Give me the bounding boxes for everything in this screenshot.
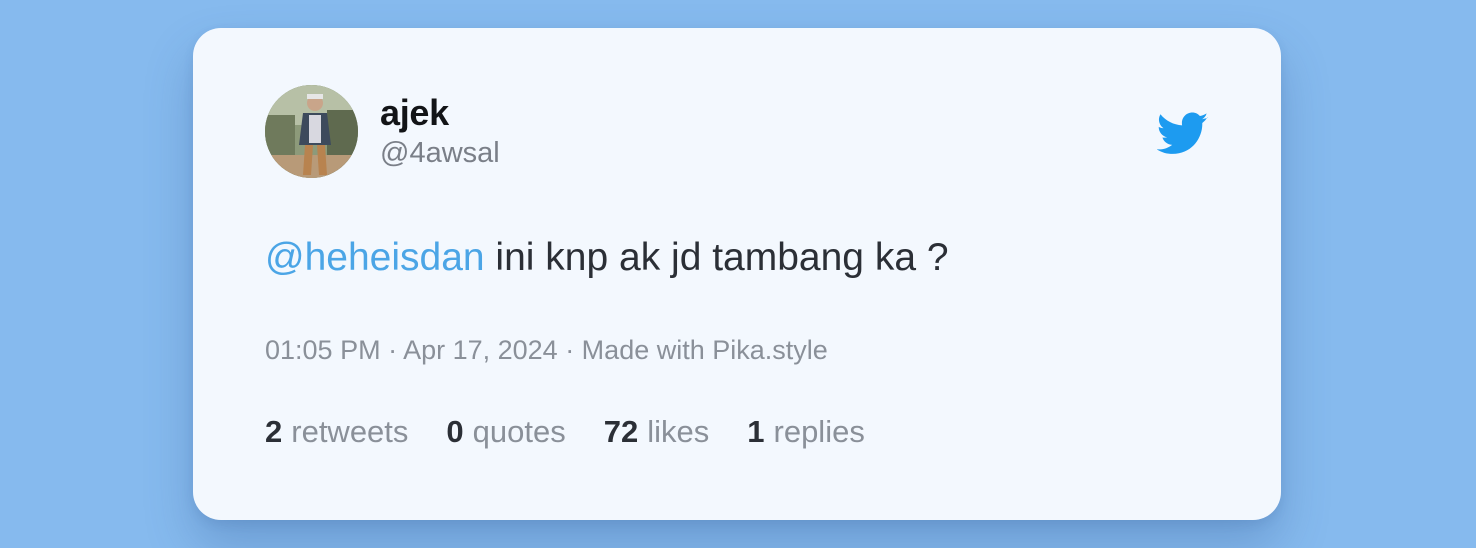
tweet-stats: 2 retweets 0 quotes 72 likes 1 replies (265, 412, 865, 452)
tweet-body: ini knp ak jd tambang ka ? (484, 236, 949, 279)
stat-replies: 1 replies (747, 412, 865, 452)
tweet-meta: 01:05 PM · Apr 17, 2024 · Made with Pika… (265, 335, 828, 365)
tweet-card: ajek @4awsal @heheisdan ini knp ak jd ta… (193, 28, 1281, 520)
twitter-bird-icon[interactable] (1156, 112, 1209, 156)
stat-count: 72 (603, 414, 639, 449)
stat-count: 0 (446, 414, 464, 449)
stat-label: likes (647, 414, 710, 449)
avatar[interactable] (265, 85, 358, 178)
stat-quotes: 0 quotes (446, 412, 565, 452)
stat-count: 1 (747, 414, 765, 449)
stat-label: quotes (472, 414, 566, 449)
stat-count: 2 (265, 414, 283, 449)
stat-likes: 72 likes (604, 412, 710, 452)
stat-label: retweets (291, 414, 409, 449)
avatar-photo (265, 85, 358, 178)
user-name[interactable]: ajek (380, 92, 449, 134)
tweet-text: @heheisdan ini knp ak jd tambang ka ? (265, 234, 949, 282)
mention-link[interactable]: @heheisdan (265, 236, 485, 279)
stat-retweets: 2 retweets (265, 412, 408, 452)
user-handle[interactable]: @4awsal (380, 135, 500, 171)
stat-label: replies (773, 414, 865, 449)
